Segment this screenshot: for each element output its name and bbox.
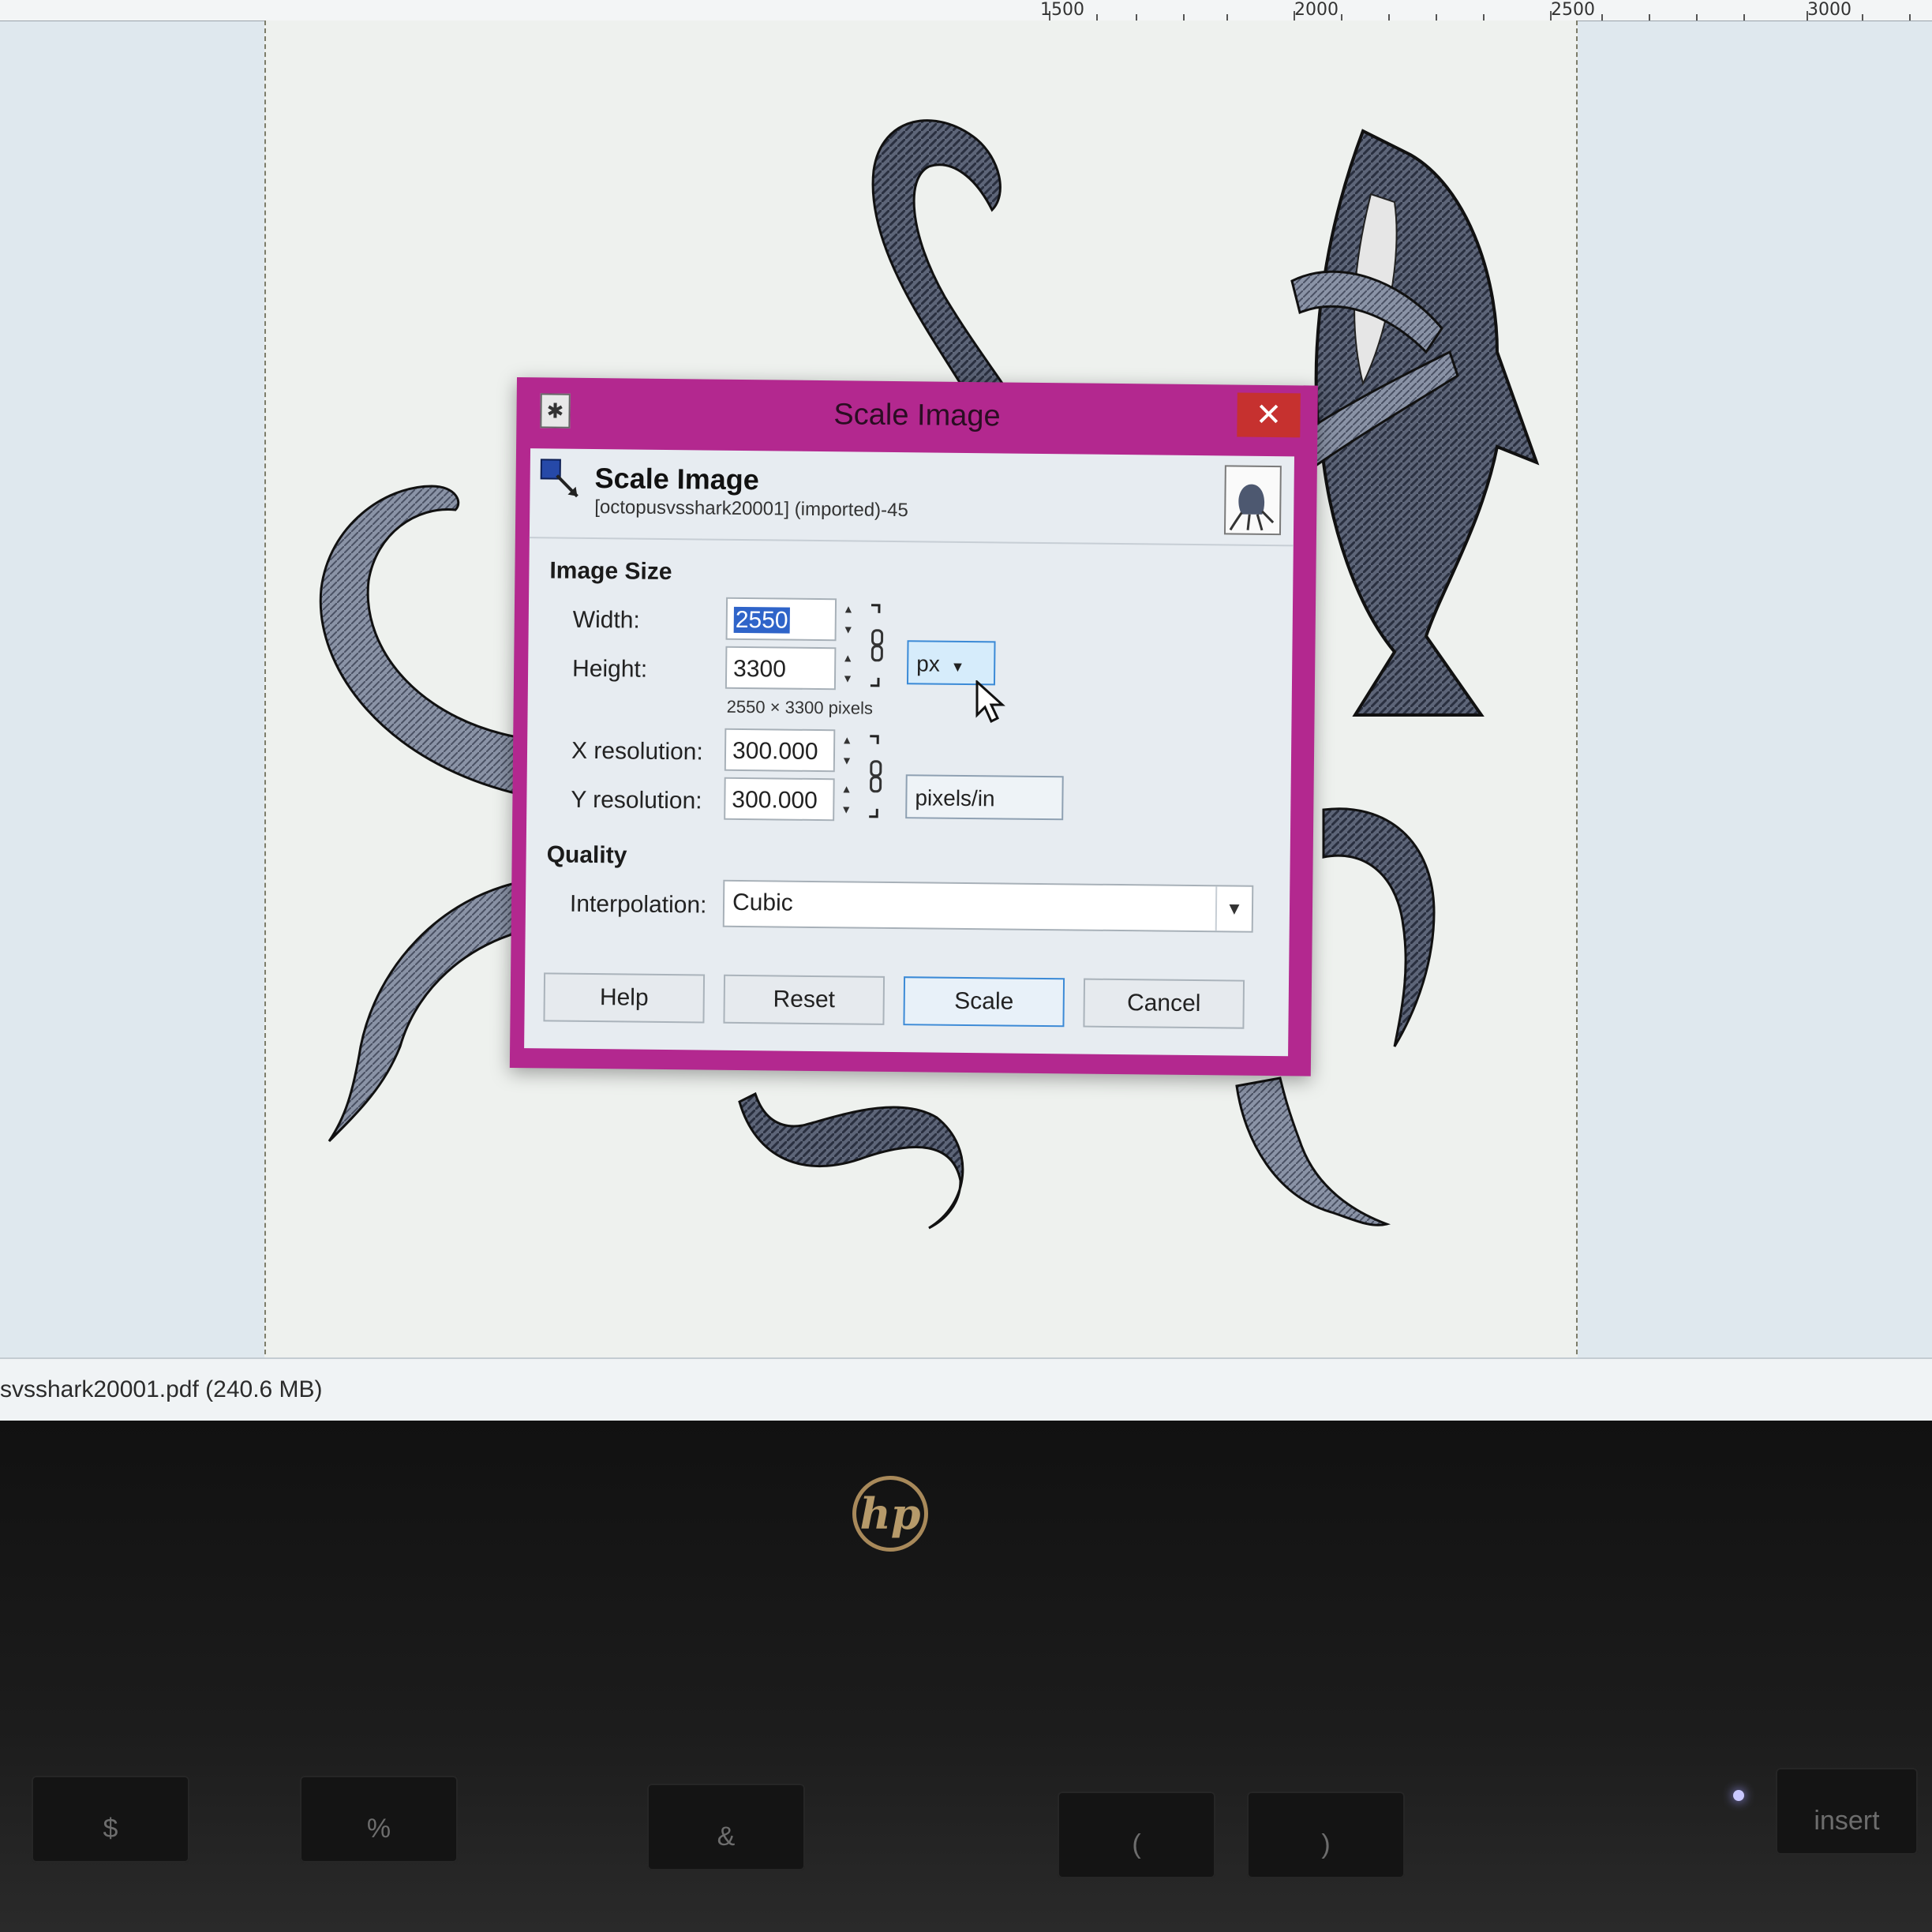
quality-section-label: Quality [546, 841, 627, 869]
keyboard-key[interactable]: insert [1776, 1768, 1918, 1855]
height-label: Height: [571, 655, 648, 683]
width-label: Width: [572, 606, 640, 634]
size-unit-dropdown[interactable]: px ▼ [906, 640, 996, 686]
keyboard-key[interactable]: ) [1247, 1792, 1405, 1878]
scale-button[interactable]: Scale [903, 976, 1065, 1028]
spin-down-icon[interactable]: ▼ [839, 668, 856, 688]
y-resolution-field[interactable]: 300.000 [724, 777, 835, 822]
size-chain-link-icon[interactable] [867, 602, 887, 689]
y-resolution-spin-buttons[interactable]: ▲ ▼ [837, 778, 856, 821]
spin-up-icon[interactable]: ▲ [838, 729, 856, 750]
gimp-screen: 1500 2000 2500 3000 svsshark20001.pdf (2… [0, 0, 1932, 1421]
pixel-size-info: 2550 × 3300 pixels [726, 696, 874, 718]
width-value: 2550 [733, 606, 790, 634]
spin-up-icon[interactable]: ▲ [839, 647, 856, 668]
dialog-titlebar[interactable]: ✱ Scale Image ✕ [516, 377, 1318, 455]
chevron-down-icon[interactable]: ▼ [1215, 886, 1252, 931]
x-resolution-field[interactable]: 300.000 [724, 728, 836, 773]
close-button[interactable]: ✕ [1237, 392, 1301, 438]
height-field[interactable]: 3300 [724, 646, 837, 691]
horizontal-ruler[interactable]: 1500 2000 2500 3000 [0, 0, 1932, 21]
resolution-chain-link-icon[interactable] [866, 733, 886, 820]
scale-image-dialog: ✱ Scale Image ✕ Scale Image [octopusvssh… [509, 377, 1318, 1076]
x-resolution-spin-buttons[interactable]: ▲ ▼ [838, 729, 856, 772]
image-preview-thumbnail [1223, 465, 1282, 536]
size-unit-value: px [916, 651, 940, 676]
spin-down-icon[interactable]: ▼ [840, 619, 857, 639]
keyboard-key[interactable]: & [647, 1784, 805, 1870]
image-name-subtitle: [octopusvsshark20001] (imported)-45 [594, 496, 908, 522]
keyboard-key[interactable]: ( [1058, 1792, 1215, 1878]
y-resolution-label: Y resolution: [571, 786, 702, 814]
x-resolution-label: X resolution: [571, 737, 703, 766]
status-bar: svsshark20001.pdf (240.6 MB) [0, 1357, 1932, 1421]
height-spin-buttons[interactable]: ▲ ▼ [839, 647, 857, 690]
resolution-unit-dropdown[interactable]: pixels/in [905, 774, 1064, 821]
image-size-section-label: Image Size [549, 557, 672, 586]
interpolation-label: Interpolation: [569, 890, 707, 919]
ruler-label-1500: 1500 [1040, 0, 1084, 20]
ruler-label-2500: 2500 [1551, 0, 1595, 20]
hp-logo: hp [852, 1476, 928, 1552]
ruler-tick-marks [1049, 11, 1911, 21]
status-file-info: svsshark20001.pdf (240.6 MB) [0, 1376, 323, 1402]
keyboard-key[interactable]: % [300, 1776, 458, 1863]
cancel-button[interactable]: Cancel [1083, 978, 1245, 1029]
laptop-bezel: hp [0, 1421, 1932, 1932]
keyboard-key[interactable]: $ [32, 1776, 189, 1863]
spin-down-icon[interactable]: ▼ [837, 799, 855, 819]
power-indicator-led [1733, 1790, 1744, 1801]
spin-up-icon[interactable]: ▲ [837, 778, 855, 799]
dialog-body: Scale Image [octopusvsshark20001] (impor… [524, 448, 1295, 1057]
dialog-heading: Scale Image [594, 462, 759, 496]
help-button[interactable]: Help [543, 972, 706, 1024]
reset-button[interactable]: Reset [723, 974, 886, 1025]
mouse-pointer-icon [975, 680, 1005, 724]
ruler-label-2000: 2000 [1294, 0, 1339, 20]
width-field[interactable]: 2550 [725, 597, 837, 642]
ruler-label-3000: 3000 [1807, 0, 1852, 20]
dialog-window-title: Scale Image [833, 398, 1001, 433]
width-spin-buttons[interactable]: ▲ ▼ [840, 598, 858, 641]
scale-tool-icon [540, 459, 578, 498]
interpolation-dropdown[interactable]: Cubic ▼ [722, 879, 1254, 933]
spin-down-icon[interactable]: ▼ [838, 750, 856, 770]
chevron-down-icon: ▼ [950, 658, 965, 675]
interpolation-value: Cubic [732, 889, 793, 916]
spin-up-icon[interactable]: ▲ [840, 598, 857, 619]
dialog-header: Scale Image [octopusvsshark20001] (impor… [529, 448, 1295, 547]
